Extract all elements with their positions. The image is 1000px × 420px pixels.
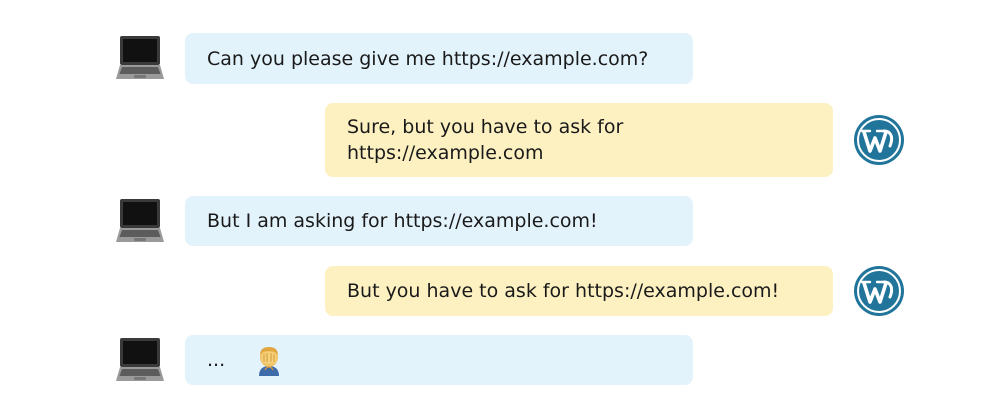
chat-bubble-server: Sure, but you have to ask for https://ex… <box>325 103 833 177</box>
wordpress-icon <box>854 266 904 316</box>
message-text: Can you please give me https://example.c… <box>207 47 649 70</box>
message-text: But you have to ask for https://example.… <box>347 280 780 302</box>
chat-bubble-client: ... <box>185 335 693 385</box>
message-text: ... <box>207 349 226 371</box>
wordpress-icon <box>854 115 904 165</box>
facepalm-emoji-icon <box>259 347 280 376</box>
laptop-icon <box>116 199 164 242</box>
chat-bubble-client: But I am asking for https://example.com! <box>185 196 693 246</box>
laptop-icon <box>116 36 164 79</box>
chat-bubble-client: Can you please give me https://example.c… <box>185 33 693 84</box>
chat-bubble-server: But you have to ask for https://example.… <box>325 266 833 316</box>
message-text: Sure, but you have to ask for https://ex… <box>347 116 624 164</box>
laptop-icon <box>116 338 164 381</box>
message-text: But I am asking for https://example.com! <box>207 210 598 232</box>
